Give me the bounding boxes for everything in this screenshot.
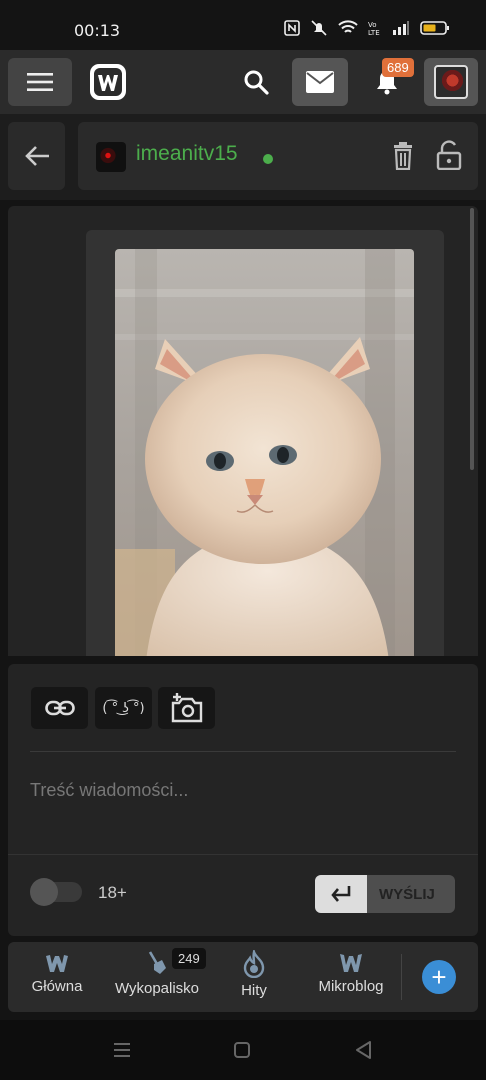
mikroblog-icon [340, 954, 362, 972]
wifi-icon [338, 20, 358, 33]
wykop-logo-icon [90, 64, 126, 100]
system-nav-bar [0, 1020, 486, 1080]
lenny-face-button[interactable]: ( ͡° ͜ʖ ͡°) [95, 687, 152, 729]
send-label: WYŚLIJ [379, 886, 435, 903]
composer-divider [30, 751, 456, 752]
home-w-icon [46, 955, 68, 972]
adult-content-label: 18+ [98, 883, 127, 902]
enter-icon [315, 875, 367, 913]
home-icon[interactable] [233, 1041, 251, 1059]
insert-link-button[interactable] [31, 687, 88, 729]
status-bar: 00:13 Vo LTE [0, 0, 486, 50]
status-icons: Vo LTE [284, 20, 450, 36]
nav-item-mikroblog[interactable]: Mikroblog [314, 950, 388, 1006]
wykopalisko-badge: 249 [172, 948, 206, 969]
status-time: 00:13 [74, 21, 121, 40]
signal-icon [393, 21, 409, 35]
profile-button[interactable] [424, 58, 478, 106]
trash-icon [394, 142, 412, 171]
svg-text:LTE: LTE [368, 29, 380, 36]
scrollbar[interactable] [470, 208, 474, 470]
nav-separator [401, 954, 402, 1000]
message-bubble [86, 230, 444, 656]
nav-label: Hity [241, 982, 267, 999]
username[interactable]: imeanitv15 [136, 142, 238, 166]
delete-conversation-button[interactable] [392, 142, 414, 175]
cat-photo-attachment[interactable] [115, 249, 414, 656]
message-list[interactable] [8, 206, 478, 656]
nav-label: Główna [31, 978, 83, 995]
bottom-nav: Główna Wykopalisko 249 Hity Mikroblog + [8, 942, 478, 1012]
message-input[interactable] [30, 770, 456, 810]
search-button[interactable] [232, 58, 280, 106]
nav-item-hity[interactable]: Hity [234, 950, 274, 1006]
add-photo-icon [171, 693, 202, 723]
volte-icon: VoLTE [368, 21, 380, 36]
wykop-logo[interactable] [88, 62, 128, 102]
plus-icon: + [431, 962, 447, 992]
mute-icon [311, 20, 327, 36]
menu-button[interactable] [8, 58, 72, 106]
nav-item-glowna[interactable]: Główna [28, 950, 86, 1006]
battery-icon [420, 21, 449, 35]
flame-icon [243, 950, 265, 978]
adult-content-toggle[interactable] [30, 878, 82, 906]
nav-label: Wykopalisko [114, 980, 200, 997]
hamburger-icon [27, 73, 53, 91]
cat-photo [115, 249, 414, 656]
shovel-icon [148, 951, 166, 974]
link-icon [44, 700, 75, 716]
online-status-dot [263, 154, 273, 164]
lock-conversation-button[interactable] [436, 140, 462, 175]
recents-icon[interactable] [112, 1040, 132, 1060]
mail-icon [306, 71, 334, 93]
back-button[interactable] [8, 122, 65, 190]
svg-text:Vo: Vo [368, 21, 377, 29]
nav-label: Mikroblog [318, 978, 384, 995]
toggle-knob [30, 878, 58, 906]
nfc-icon [284, 20, 300, 36]
search-icon [244, 70, 269, 95]
send-button[interactable]: WYŚLIJ [315, 875, 455, 913]
lenny-face-label: ( ͡° ͜ʖ ͡°) [102, 700, 145, 716]
back-nav-icon[interactable] [354, 1040, 374, 1060]
avatar [434, 65, 468, 99]
add-content-button[interactable]: + [422, 960, 456, 994]
message-composer: ( ͡° ͜ʖ ͡°) 18+ WYŚLIJ [8, 664, 478, 936]
user-avatar[interactable] [96, 142, 126, 172]
composer-footer-divider [8, 854, 478, 855]
add-photo-button[interactable] [158, 687, 215, 729]
unlock-icon [436, 140, 462, 171]
arrow-left-icon [24, 146, 49, 166]
messages-button[interactable] [292, 58, 348, 106]
user-card[interactable]: imeanitv15 [78, 122, 478, 190]
notifications-badge: 689 [382, 58, 414, 77]
conversation-header: imeanitv15 [0, 114, 486, 200]
